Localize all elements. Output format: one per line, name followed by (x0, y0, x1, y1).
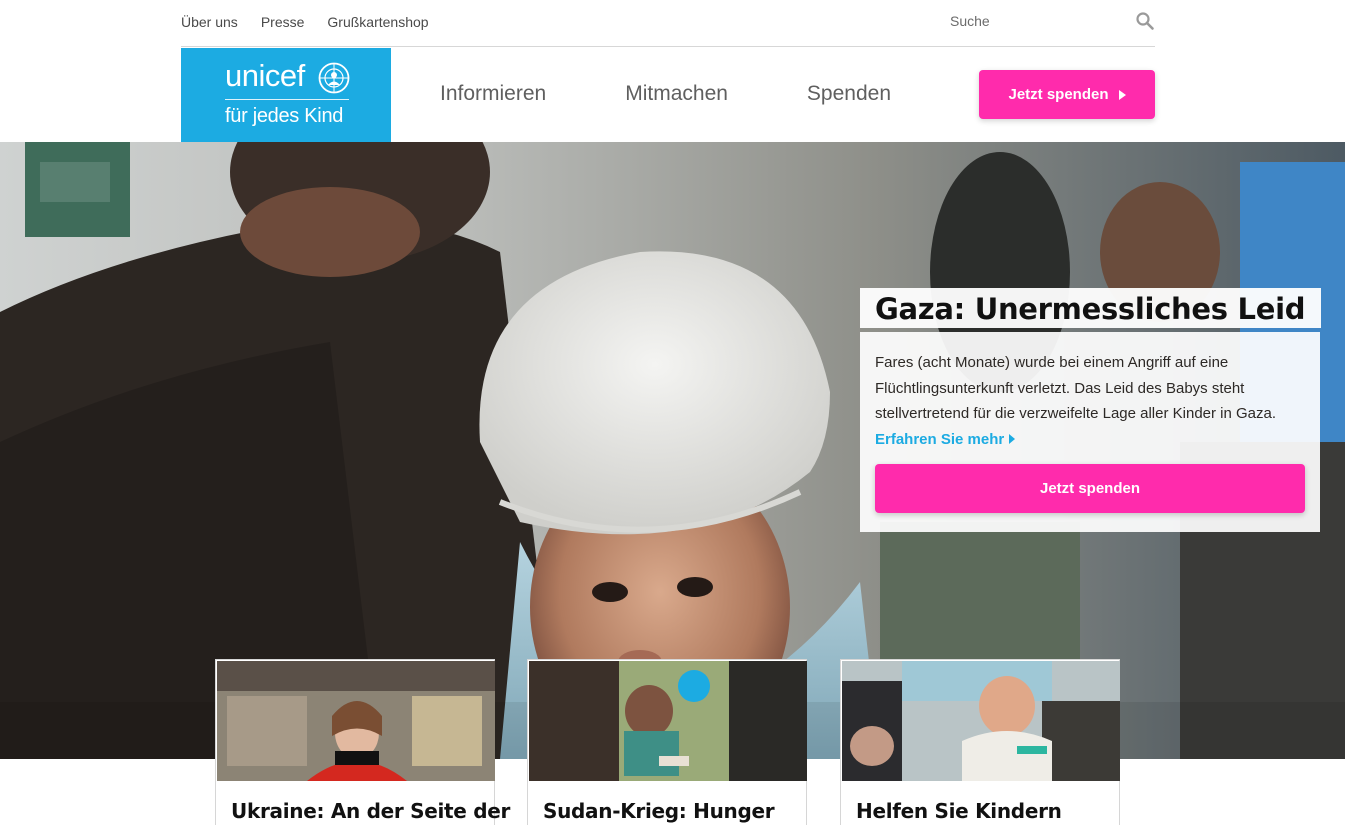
teaser-card-sudan[interactable]: Sudan-Krieg: Hunger (527, 659, 807, 825)
utility-link-cardshop[interactable]: Grußkartenshop (327, 14, 428, 30)
unicef-emblem-icon (318, 62, 350, 94)
utility-bar: Über uns Presse Grußkartenshop Suche (181, 0, 1155, 47)
nav-item-spenden[interactable]: Spenden (807, 82, 891, 106)
hero-donate-label: Jetzt spenden (1039, 479, 1141, 497)
hero-teaser-box: Fares (acht Monate) wurde bei einem Angr… (860, 332, 1320, 532)
main-nav: Informieren Mitmachen Spenden (440, 82, 891, 106)
card-image (217, 661, 495, 781)
nav-item-mitmachen[interactable]: Mitmachen (625, 82, 728, 106)
card-title: Sudan-Krieg: Hunger (543, 799, 775, 823)
unicef-logo[interactable]: unicef für jedes Kind (181, 48, 391, 142)
card-image (529, 661, 807, 781)
caret-right-icon (1009, 434, 1016, 444)
hero-donate-button[interactable]: Jetzt spenden (875, 463, 1305, 513)
header-donate-button[interactable]: Jetzt spenden (979, 70, 1155, 119)
card-image (842, 661, 1120, 781)
hero-more-label: Erfahren Sie mehr (875, 430, 1005, 448)
utility-link-press[interactable]: Presse (261, 14, 305, 30)
hero-title: Gaza: Unermessliches Leid (860, 288, 1322, 328)
logo-wordmark: unicef (225, 58, 305, 93)
hero-more-link[interactable]: Erfahren Sie mehr (875, 431, 1305, 448)
card-title: Helfen Sie Kindern (856, 799, 1062, 823)
search-field[interactable]: Suche (950, 10, 1155, 34)
nav-item-informieren[interactable]: Informieren (440, 82, 546, 106)
card-title: Ukraine: An der Seite der (231, 799, 511, 823)
teaser-card-ukraine[interactable]: Ukraine: An der Seite der (215, 659, 510, 825)
search-icon[interactable] (1135, 11, 1155, 31)
hero-text: Fares (acht Monate) wurde bei einem Angr… (875, 354, 1277, 422)
caret-right-icon (1118, 89, 1126, 100)
utility-links: Über uns Presse Grußkartenshop (181, 14, 429, 30)
search-placeholder[interactable]: Suche (950, 13, 990, 29)
utility-link-about[interactable]: Über uns (181, 14, 238, 30)
header-donate-label: Jetzt spenden (1008, 86, 1109, 103)
teaser-card-help[interactable]: Helfen Sie Kindern (840, 659, 1120, 825)
logo-divider (225, 99, 349, 100)
logo-tagline: für jedes Kind (225, 105, 344, 127)
